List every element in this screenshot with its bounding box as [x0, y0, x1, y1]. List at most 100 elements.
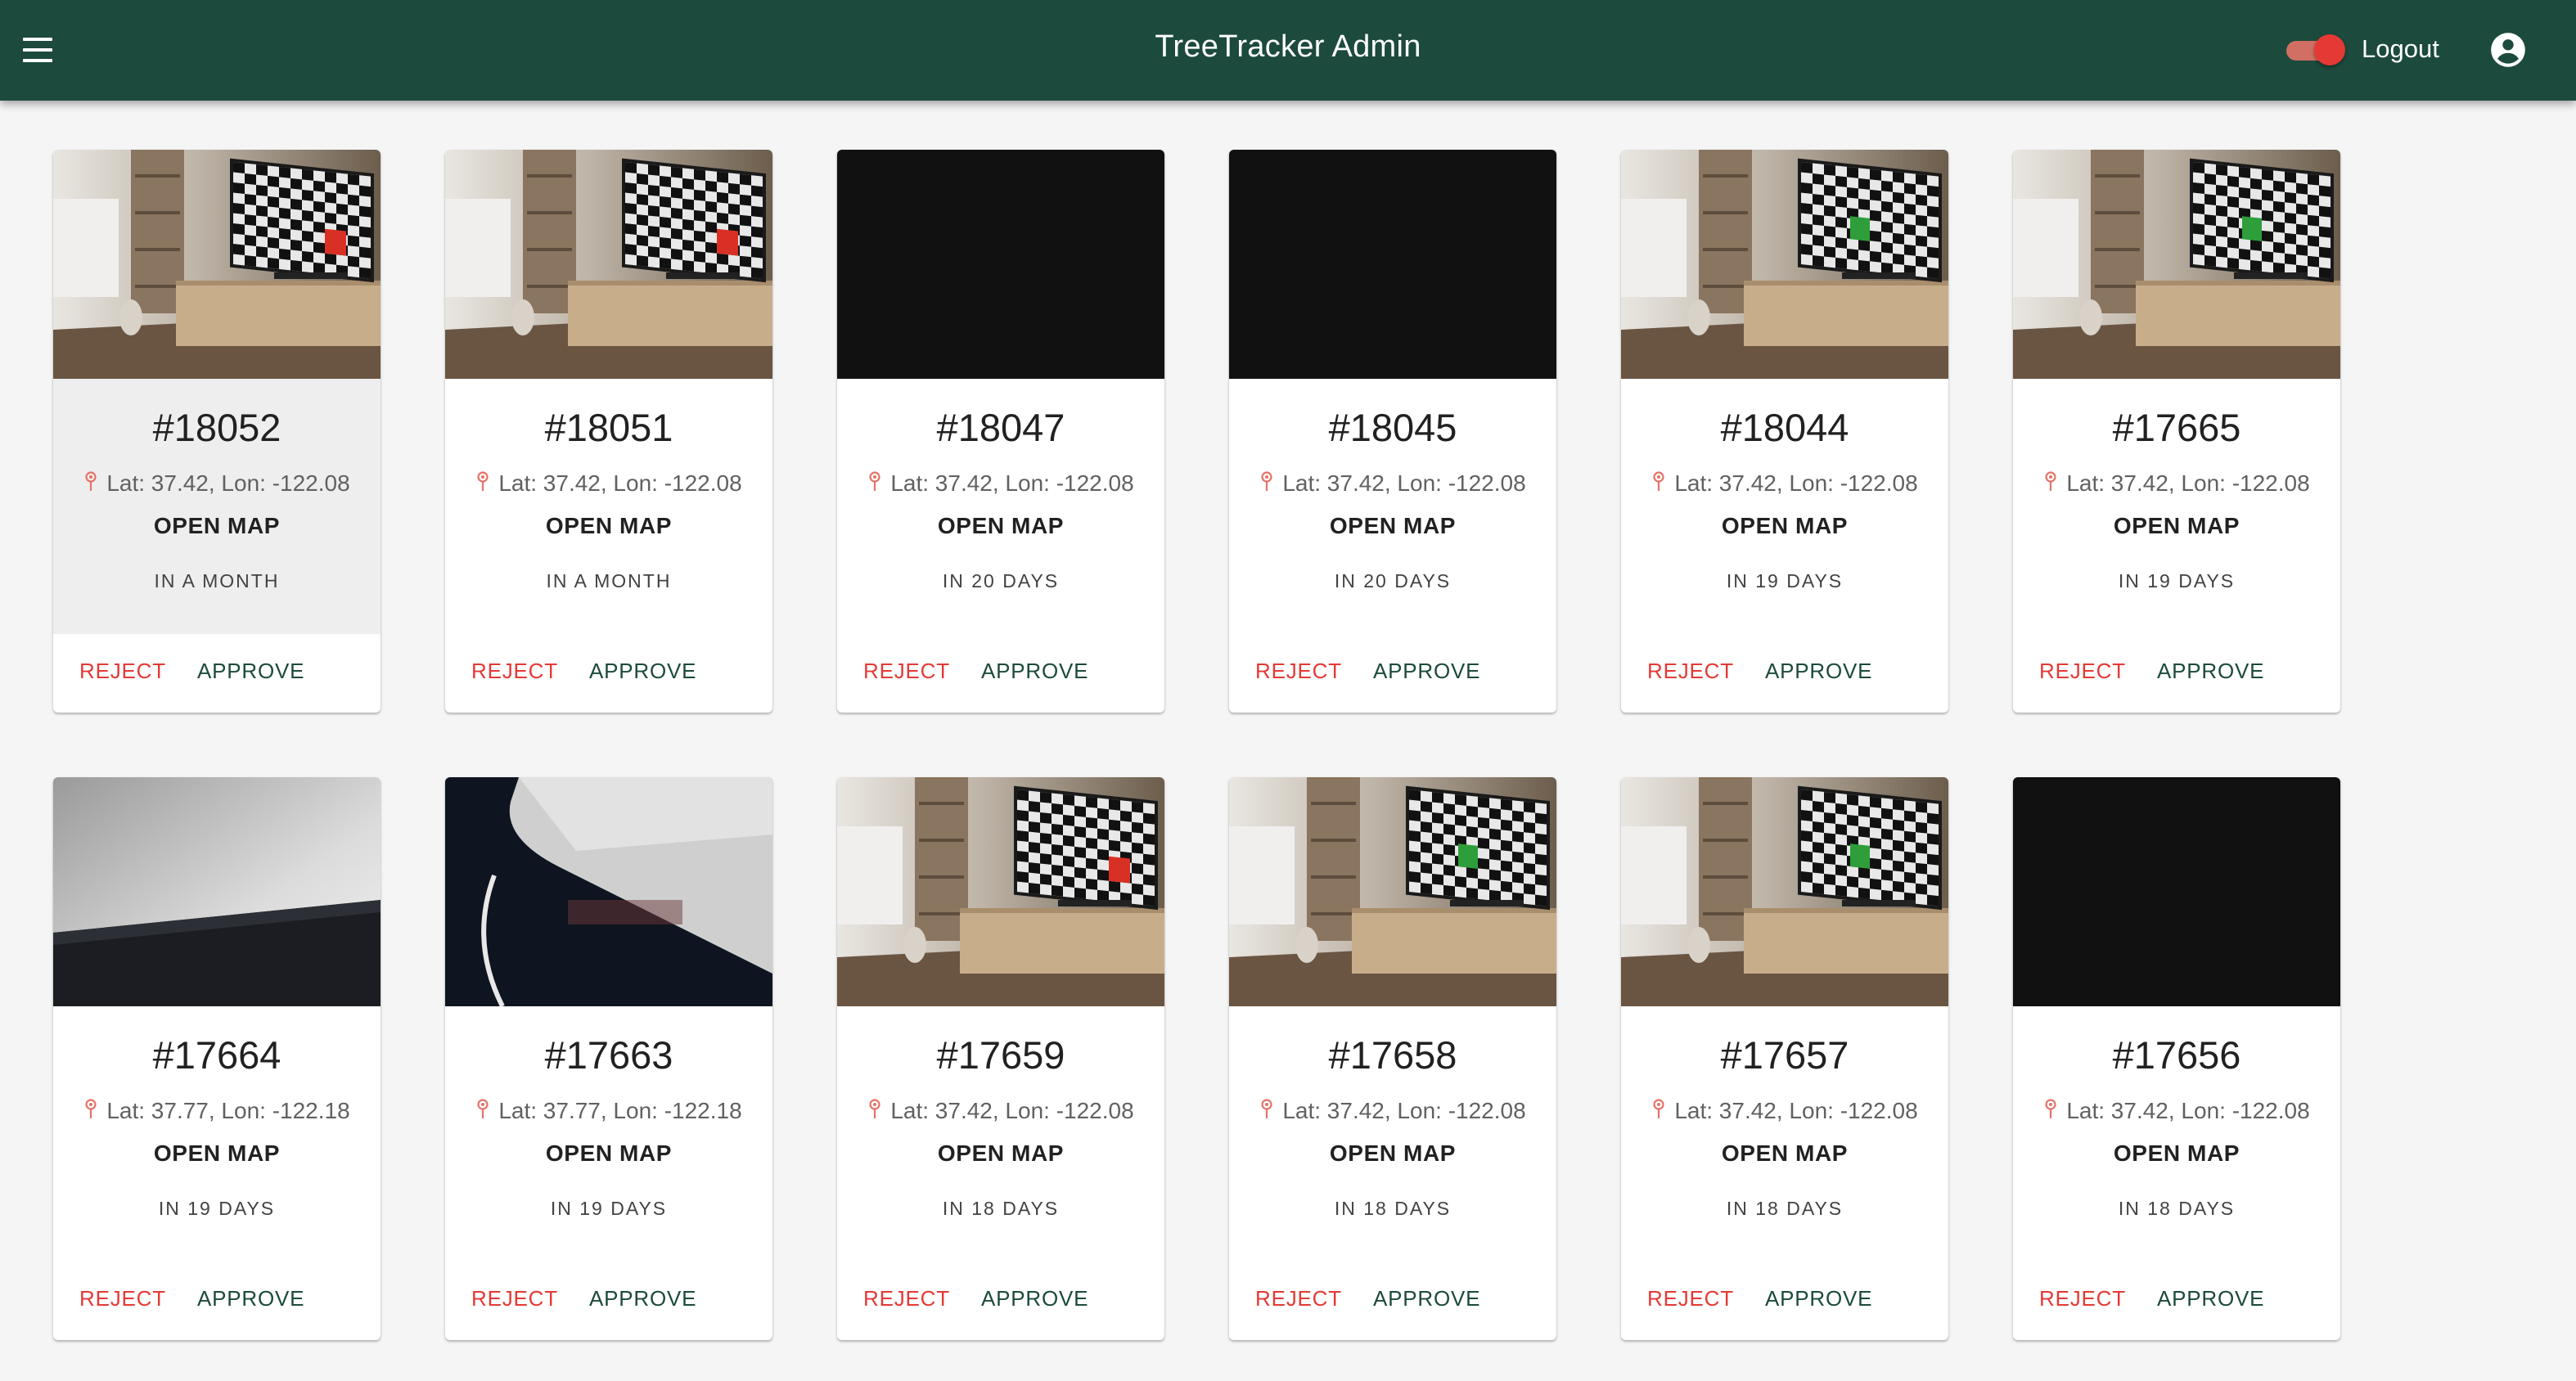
reject-button[interactable]: REJECT [79, 659, 166, 684]
card-actions: REJECT APPROVE [53, 1262, 381, 1340]
reject-button[interactable]: REJECT [1255, 1286, 1342, 1311]
tree-card[interactable]: #17665 Lat: 37.42, Lon: -122.08 OPEN MAP IN… [2013, 150, 2340, 713]
reject-button[interactable]: REJECT [863, 659, 950, 684]
coordinates: Lat: 37.42, Lon: -122.08 [1621, 470, 1948, 497]
tree-photo[interactable] [837, 150, 1164, 379]
tree-photo[interactable] [1621, 150, 1948, 379]
reject-button[interactable]: REJECT [1255, 659, 1342, 684]
tree-photo[interactable] [53, 150, 381, 379]
account-circle-icon[interactable] [2488, 29, 2529, 70]
tree-card[interactable]: #17659 Lat: 37.42, Lon: -122.08 OPEN MAP IN… [837, 777, 1164, 1340]
tree-photo[interactable] [445, 150, 772, 379]
coordinates-text: Lat: 37.42, Lon: -122.08 [1674, 1098, 1918, 1123]
open-map-button[interactable]: OPEN MAP [1621, 1140, 1948, 1167]
location-pin-icon [475, 1099, 490, 1120]
coordinates-text: Lat: 37.42, Lon: -122.08 [498, 470, 742, 496]
approve-button[interactable]: APPROVE [981, 1286, 1088, 1311]
reject-button[interactable]: REJECT [79, 1286, 166, 1311]
open-map-button[interactable]: OPEN MAP [53, 513, 381, 539]
approve-button[interactable]: APPROVE [197, 659, 304, 684]
time-label: IN A MONTH [154, 570, 280, 592]
open-map-button[interactable]: OPEN MAP [1229, 513, 1556, 539]
tree-id: #17663 [544, 1033, 673, 1077]
approve-button[interactable]: APPROVE [1373, 659, 1480, 684]
toggle-thumb [2314, 34, 2345, 65]
tree-photo[interactable] [53, 777, 381, 1006]
open-map-button[interactable]: OPEN MAP [1229, 1140, 1556, 1167]
coordinates-text: Lat: 37.42, Lon: -122.08 [890, 470, 1134, 496]
coordinates-text: Lat: 37.42, Lon: -122.08 [2066, 1098, 2310, 1123]
tree-id: #17665 [2112, 406, 2241, 449]
app-bar: TreeTracker Admin Logout [0, 0, 2576, 101]
tree-id: #17658 [1328, 1033, 1457, 1077]
reject-button[interactable]: REJECT [471, 1286, 558, 1311]
open-map-button[interactable]: OPEN MAP [2013, 513, 2340, 539]
card-content: #17664 Lat: 37.77, Lon: -122.18 OPEN MAP IN… [53, 1006, 381, 1262]
tree-photo[interactable] [2013, 777, 2340, 1006]
coordinates-text: Lat: 37.42, Lon: -122.08 [1282, 470, 1526, 496]
approve-button[interactable]: APPROVE [589, 659, 696, 684]
tree-card[interactable]: #18051 Lat: 37.42, Lon: -122.08 OPEN MAP IN… [445, 150, 772, 713]
open-map-button[interactable]: OPEN MAP [837, 513, 1164, 539]
approve-button[interactable]: APPROVE [1373, 1286, 1480, 1311]
reject-button[interactable]: REJECT [1647, 659, 1734, 684]
approve-button[interactable]: APPROVE [1765, 1286, 1872, 1311]
tree-card[interactable]: #17664 Lat: 37.77, Lon: -122.18 OPEN MAP IN… [53, 777, 381, 1340]
tree-card[interactable]: #18044 Lat: 37.42, Lon: -122.08 OPEN MAP IN… [1621, 150, 1948, 713]
open-map-button[interactable]: OPEN MAP [53, 1140, 381, 1167]
location-pin-icon [1651, 471, 1666, 493]
card-actions: REJECT APPROVE [1229, 634, 1556, 713]
open-map-button[interactable]: OPEN MAP [1621, 513, 1948, 539]
tree-photo[interactable] [1229, 777, 1556, 1006]
approve-button[interactable]: APPROVE [2157, 659, 2264, 684]
approve-button[interactable]: APPROVE [197, 1286, 304, 1311]
reject-button[interactable]: REJECT [863, 1286, 950, 1311]
approve-button[interactable]: APPROVE [589, 1286, 696, 1311]
open-map-button[interactable]: OPEN MAP [2013, 1140, 2340, 1167]
card-actions: REJECT APPROVE [1229, 1262, 1556, 1340]
reject-button[interactable]: REJECT [2039, 1286, 2126, 1311]
card-actions: REJECT APPROVE [53, 634, 381, 713]
open-map-button[interactable]: OPEN MAP [837, 1140, 1164, 1167]
tree-photo[interactable] [837, 777, 1164, 1006]
logout-button[interactable]: Logout [2353, 25, 2448, 74]
coordinates: Lat: 37.42, Lon: -122.08 [53, 470, 381, 497]
tree-photo[interactable] [1621, 777, 1948, 1006]
open-map-button[interactable]: OPEN MAP [445, 1140, 772, 1167]
location-pin-icon [83, 471, 98, 493]
tree-id: #17657 [1720, 1033, 1849, 1077]
reject-button[interactable]: REJECT [1647, 1286, 1734, 1311]
tree-card[interactable]: #17656 Lat: 37.42, Lon: -122.08 OPEN MAP IN… [2013, 777, 2340, 1340]
reject-button[interactable]: REJECT [2039, 659, 2126, 684]
card-content: #18052 Lat: 37.42, Lon: -122.08 OPEN MAP IN… [53, 379, 381, 634]
time-label: IN 19 DAYS [550, 1198, 668, 1219]
location-pin-icon [475, 471, 490, 493]
approve-button[interactable]: APPROVE [1765, 659, 1872, 684]
theme-toggle[interactable] [2283, 33, 2345, 65]
tree-photo[interactable] [2013, 150, 2340, 379]
tree-card[interactable]: #18045 Lat: 37.42, Lon: -122.08 OPEN MAP IN… [1229, 150, 1556, 713]
open-map-button[interactable]: OPEN MAP [445, 513, 772, 539]
tree-card[interactable]: #17657 Lat: 37.42, Lon: -122.08 OPEN MAP IN… [1621, 777, 1948, 1340]
approve-button[interactable]: APPROVE [981, 659, 1088, 684]
card-content: #18045 Lat: 37.42, Lon: -122.08 OPEN MAP IN… [1229, 379, 1556, 634]
card-actions: REJECT APPROVE [2013, 634, 2340, 713]
time-label: IN 19 DAYS [1726, 570, 1844, 592]
tree-photo[interactable] [445, 777, 772, 1006]
card-content: #18044 Lat: 37.42, Lon: -122.08 OPEN MAP IN… [1621, 379, 1948, 634]
approve-button[interactable]: APPROVE [2157, 1286, 2264, 1311]
tree-card[interactable]: #18052 Lat: 37.42, Lon: -122.08 OPEN MAP IN… [53, 150, 381, 713]
card-actions: REJECT APPROVE [837, 1262, 1164, 1340]
tree-photo[interactable] [1229, 150, 1556, 379]
coordinates: Lat: 37.42, Lon: -122.08 [1229, 470, 1556, 497]
location-pin-icon [1259, 1099, 1274, 1120]
time-label: IN 18 DAYS [2118, 1198, 2236, 1219]
card-content: #18051 Lat: 37.42, Lon: -122.08 OPEN MAP IN… [445, 379, 772, 634]
reject-button[interactable]: REJECT [471, 659, 558, 684]
time-label: IN 20 DAYS [942, 570, 1060, 592]
tree-card[interactable]: #18047 Lat: 37.42, Lon: -122.08 OPEN MAP IN… [837, 150, 1164, 713]
tree-card[interactable]: #17663 Lat: 37.77, Lon: -122.18 OPEN MAP IN… [445, 777, 772, 1340]
card-actions: REJECT APPROVE [1621, 634, 1948, 713]
time-label: IN 20 DAYS [1334, 570, 1452, 592]
tree-card[interactable]: #17658 Lat: 37.42, Lon: -122.08 OPEN MAP IN… [1229, 777, 1556, 1340]
